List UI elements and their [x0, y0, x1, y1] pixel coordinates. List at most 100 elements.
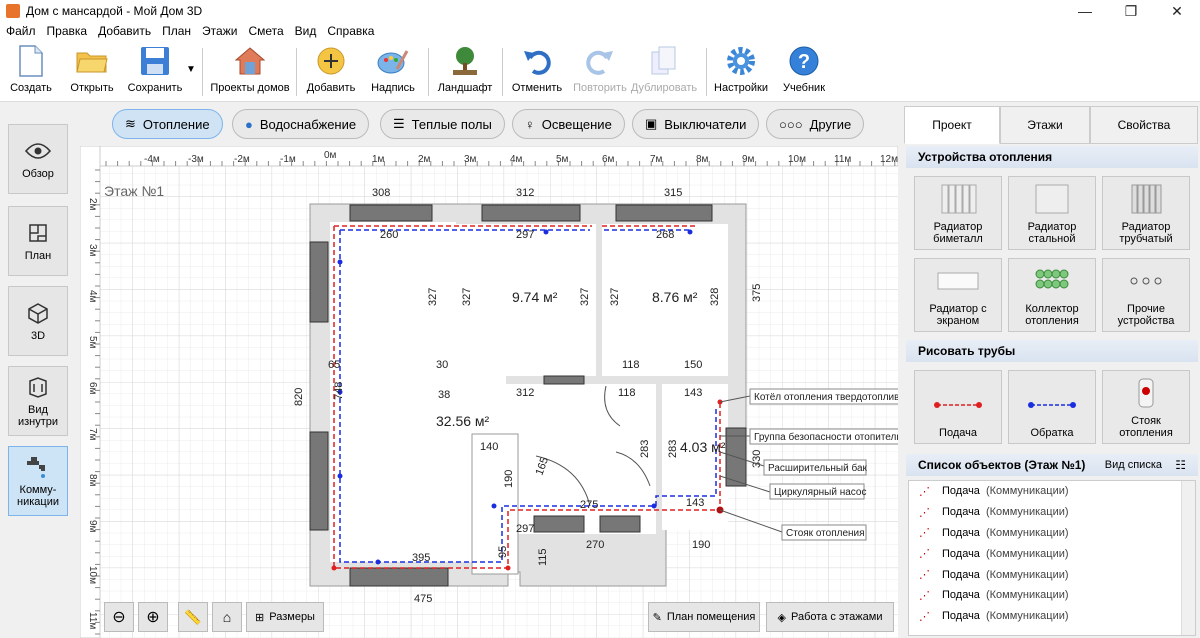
floor-label: Этаж №1 [104, 183, 164, 199]
toolbar-separator [706, 48, 707, 96]
filter-lighting[interactable]: ♀ Освещение [512, 109, 625, 139]
list-scrollbar[interactable] [1181, 481, 1195, 635]
ruler-x-label: 11м [834, 154, 851, 165]
tab-properties[interactable]: Свойства [1090, 106, 1198, 144]
dim-label: 312 [516, 387, 534, 399]
dim-label: 65 [328, 359, 340, 371]
sizes-button[interactable]: ⊞ Размеры [246, 602, 324, 632]
right-panel: Проект Этажи Свойства Устройства отоплен… [904, 106, 1198, 638]
pipe-icon: ⋰ [919, 506, 930, 519]
dim-label: 95 [497, 546, 509, 558]
menu-add[interactable]: Добавить [98, 24, 151, 38]
pipe-return-button[interactable]: Обратка [1008, 370, 1096, 444]
filter-heating[interactable]: ≋ Отопление [112, 109, 223, 139]
device-radiator-bimetal[interactable]: Радиатор биметалл [914, 176, 1002, 250]
toolbar-separator [428, 48, 429, 96]
duplicate-button[interactable]: Дублировать [630, 44, 698, 100]
help-icon: ? [787, 44, 821, 78]
app-icon [6, 4, 20, 18]
ruler-y-label: 4м [87, 290, 98, 303]
list-view-icon[interactable]: ☷ [1175, 458, 1186, 472]
dim-label: 143 [684, 387, 702, 399]
overview-button[interactable]: Обзор [8, 124, 68, 194]
undo-button[interactable]: Отменить [508, 44, 566, 100]
redo-button[interactable]: Повторить [570, 44, 630, 100]
list-view-label[interactable]: Вид списка [1105, 459, 1162, 471]
home-button[interactable]: ⌂ [212, 602, 242, 632]
communications-button[interactable]: Комму-никации [8, 446, 68, 516]
toolbar-separator [296, 48, 297, 96]
device-collector[interactable]: Коллектор отопления [1008, 258, 1096, 332]
ruler-x-label: 6м [602, 154, 615, 165]
device-other[interactable]: Прочие устройства [1102, 258, 1190, 332]
room-plan-button[interactable]: ✎ План помещения [648, 602, 760, 632]
menu-plan[interactable]: План [162, 24, 191, 38]
callout-riser: Стояк отопления [786, 528, 865, 539]
open-button[interactable]: Открыть [66, 44, 118, 100]
menu-file[interactable]: Файл [6, 24, 36, 38]
switch-icon: ▣ [645, 116, 658, 131]
landscape-button[interactable]: Ландшафт [434, 44, 496, 100]
inside-view-button[interactable]: Вид изнутри [8, 366, 68, 436]
projects-button[interactable]: Проекты домов [210, 44, 290, 100]
ruler-button[interactable]: 📏 [178, 602, 208, 632]
maximize-button[interactable]: ❐ [1108, 0, 1154, 22]
menu-floors[interactable]: Этажи [202, 24, 237, 38]
save-dropdown-icon[interactable]: ▼ [186, 64, 196, 75]
settings-button[interactable]: Настройки [712, 44, 770, 100]
filter-switches[interactable]: ▣ Выключатели [632, 109, 760, 139]
floor-heating-icon: ☰ [393, 116, 405, 131]
zoom-in-button[interactable]: ⊕ [138, 602, 168, 632]
tab-floors[interactable]: Этажи [1000, 106, 1090, 144]
device-radiator-steel[interactable]: Радиатор стальной [1008, 176, 1096, 250]
filter-other[interactable]: ○○○ Другие [766, 109, 865, 139]
objects-list[interactable]: ⋰ Подача (Коммуникации) ⋰ Подача (Коммуникац… [908, 480, 1196, 636]
pipe-icon: ⋰ [919, 485, 930, 498]
filter-warm-floor[interactable]: ☰ Теплые полы [380, 109, 505, 139]
pipe-icon: ⋰ [919, 589, 930, 602]
list-item[interactable]: ⋰ Подача (Коммуникации) [909, 543, 1195, 564]
menu-bar: Файл Правка Добавить План Этажи Смета Ви… [0, 22, 1200, 40]
device-radiator-tubular[interactable]: Радиатор трубчатый [1102, 176, 1190, 250]
list-item[interactable]: ⋰ Подача (Коммуникации) [909, 606, 1195, 627]
toolbar: Создать Открыть Сохранить ▼ Проекты домо… [0, 40, 1200, 102]
tutorial-button[interactable]: ? Учебник [776, 44, 832, 100]
tab-project[interactable]: Проект [904, 106, 1000, 144]
radiator-panel-icon [1022, 181, 1082, 217]
dim-label: 327 [461, 288, 473, 306]
dim-label: 118 [618, 387, 636, 399]
filter-water[interactable]: ● Водоснабжение [232, 109, 370, 139]
dim-label: 328 [709, 288, 721, 306]
add-button[interactable]: Добавить [302, 44, 360, 100]
close-button[interactable]: ✕ [1154, 0, 1200, 22]
plan-canvas[interactable]: -4м -3м -2м -1м 0м 1м 2м 3м 4м 5м 6м 7м … [80, 146, 898, 638]
menu-edit[interactable]: Правка [47, 24, 88, 38]
pipe-supply-button[interactable]: Подача [914, 370, 1002, 444]
house-icon [233, 44, 267, 78]
list-item[interactable]: ⋰ Подача (Коммуникации) [909, 502, 1195, 523]
floors-work-button[interactable]: ◈ Работа с этажами [766, 602, 894, 632]
pipe-icon: ⋰ [919, 610, 930, 623]
save-button[interactable]: Сохранить [126, 44, 184, 100]
menu-help[interactable]: Справка [327, 24, 374, 38]
menu-view[interactable]: Вид [295, 24, 317, 38]
tree-icon [448, 44, 482, 78]
device-radiator-screen[interactable]: Радиатор с экраном [914, 258, 1002, 332]
list-item[interactable]: ⋰ Подача (Коммуникации) [909, 585, 1195, 606]
zoom-out-button[interactable]: ⊖ [104, 602, 134, 632]
plan-button[interactable]: План [8, 206, 68, 276]
dim-label: 475 [414, 593, 432, 605]
minimize-button[interactable]: — [1062, 0, 1108, 22]
ruler-x-label: 4м [510, 154, 523, 165]
label-button[interactable]: Надпись [364, 44, 422, 100]
menu-estimate[interactable]: Смета [248, 24, 283, 38]
list-item[interactable]: ⋰ Подача (Коммуникации) [909, 564, 1195, 585]
create-button[interactable]: Создать [8, 44, 54, 100]
tubular-radiator-icon [1116, 181, 1176, 217]
list-item[interactable]: ⋰ Подача (Коммуникации) [909, 523, 1195, 544]
list-item[interactable]: ⋰ Подача (Коммуникации) [909, 481, 1195, 502]
pipe-riser-button[interactable]: Стояк отопления [1102, 370, 1190, 444]
view3d-button[interactable]: 3D [8, 286, 68, 356]
dimensions-icon: ⊞ [255, 611, 265, 624]
radiator-icon [928, 181, 988, 217]
